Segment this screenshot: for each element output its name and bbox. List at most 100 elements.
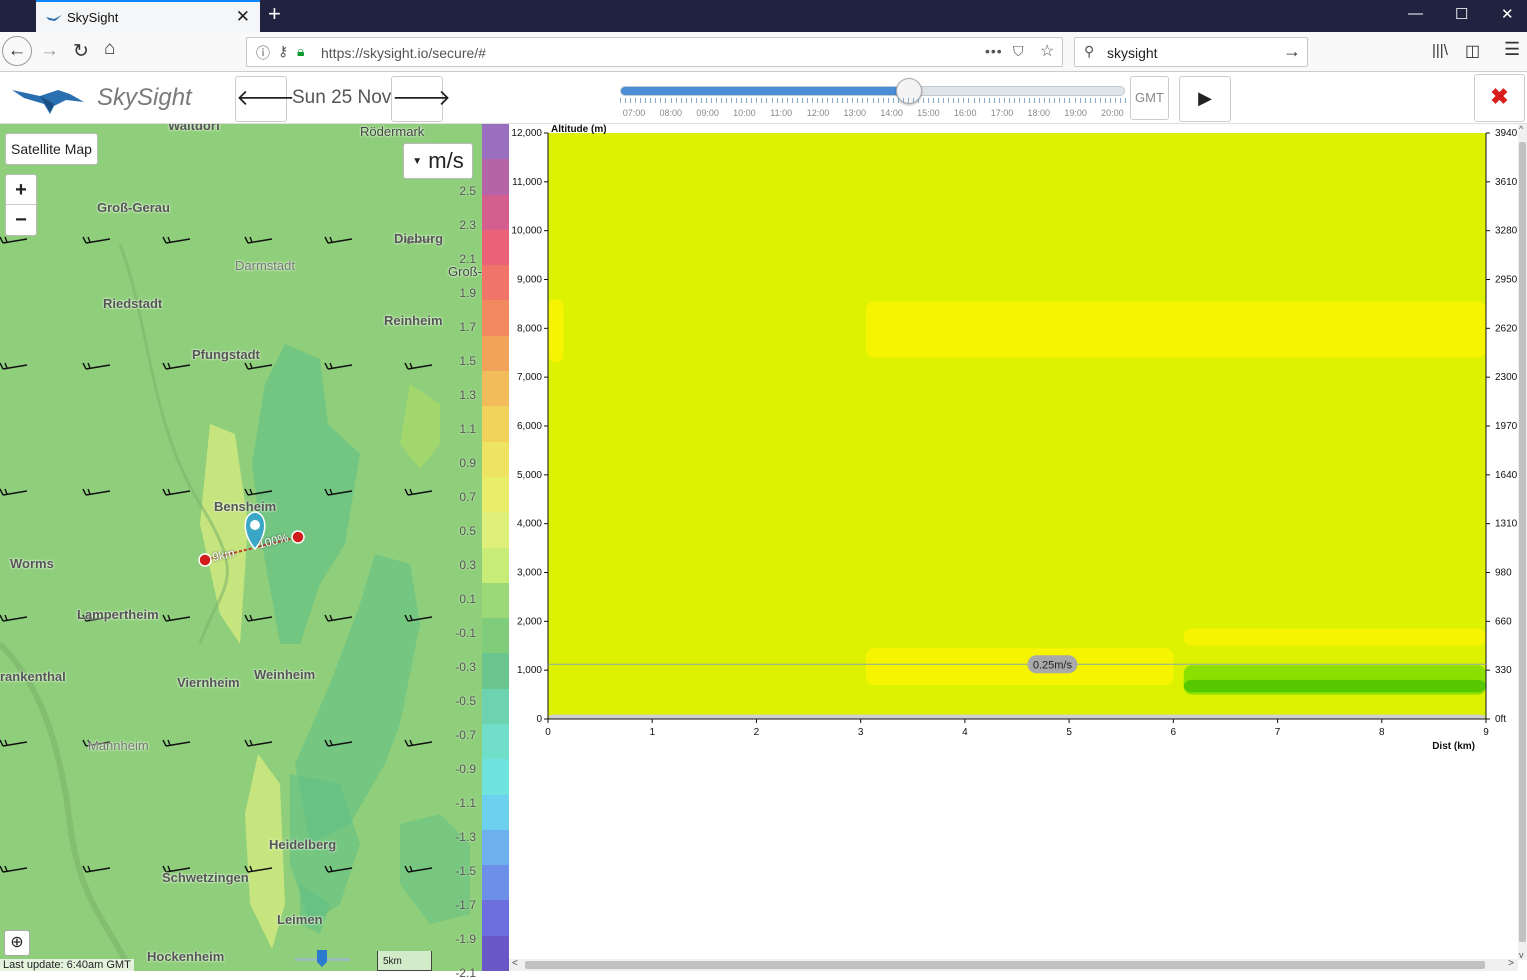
time-tick [746, 98, 748, 103]
lock-icon: 🔒︎ [297, 43, 305, 59]
legend-swatch [482, 194, 509, 231]
time-tick [948, 98, 950, 103]
info-icon[interactable]: ⓘ [256, 43, 270, 63]
close-panel-button[interactable]: ✖ [1474, 74, 1525, 122]
time-tick [640, 98, 642, 103]
minimize-icon[interactable]: — [1408, 5, 1423, 22]
time-tick [917, 98, 919, 103]
menu-icon[interactable]: ☰ [1504, 39, 1520, 60]
y-tick-label-left: 11,000 [512, 177, 542, 188]
library-icon[interactable]: |||\ [1432, 42, 1448, 59]
home-icon[interactable]: ⌂ [104, 38, 115, 60]
time-tick [620, 98, 621, 103]
horizontal-scroll-thumb[interactable] [525, 961, 1485, 969]
pocket-icon[interactable]: ⛉ [1013, 43, 1024, 60]
y-tick-label-left: 1,000 [517, 665, 542, 676]
back-icon[interactable]: ← [2, 36, 32, 66]
legend-swatch [482, 935, 509, 972]
locate-me-button[interactable]: ⊕ [4, 930, 30, 956]
time-tick [1029, 98, 1031, 103]
satellite-map-button[interactable]: Satellite Map [5, 133, 98, 165]
forward-icon[interactable]: → [40, 40, 59, 62]
wind-barb-icon [162, 488, 191, 496]
window-close-icon[interactable]: ✕ [1501, 5, 1514, 23]
time-label: 17:00 [990, 108, 1014, 118]
page-actions-icon[interactable]: ••• [985, 43, 1003, 59]
search-bar[interactable]: ⚲ skysight → [1074, 37, 1308, 67]
play-button[interactable]: ▶ [1179, 76, 1231, 122]
zoom-out-button[interactable]: − [6, 205, 36, 235]
url-text[interactable]: https://skysight.io/secure/# [321, 45, 486, 61]
wind-barb-icon [82, 488, 111, 496]
time-tick [1044, 98, 1046, 103]
legend-value: -0.9 [455, 762, 476, 776]
town-label: Dieburg [394, 231, 444, 246]
legend-swatch [482, 900, 509, 937]
time-label: 15:00 [917, 108, 940, 118]
time-slider[interactable] [620, 78, 1125, 104]
time-tick [635, 98, 637, 103]
new-tab-button[interactable]: + [268, 1, 281, 27]
time-tick [625, 98, 627, 103]
vertical-scrollbar[interactable]: ^ v [1518, 124, 1527, 960]
search-value[interactable]: skysight [1107, 45, 1158, 61]
legend-value: -1.5 [455, 864, 476, 878]
time-tick [766, 98, 768, 103]
time-tick [1013, 98, 1015, 103]
scroll-left-icon[interactable]: < [512, 958, 518, 969]
time-tick [1008, 98, 1010, 103]
url-bar[interactable]: ⓘ ⚷ 🔒︎ https://skysight.io/secure/# ••• … [246, 37, 1063, 67]
chart-region [1183, 628, 1486, 646]
legend-swatch [482, 582, 509, 619]
unit-selector[interactable]: ▼ m/s [403, 143, 473, 179]
time-tick [700, 98, 702, 103]
cross-section-chart[interactable]: 0 1,000 2,000 3,000 4,000 5,000 6,000 7,000 8,00… [509, 124, 1518, 960]
legend-value: -1.7 [455, 898, 476, 912]
sidebar-icon[interactable]: ◫ [1465, 41, 1480, 61]
time-label: 16:00 [953, 108, 977, 118]
legend-value: -1.3 [455, 830, 476, 844]
y-tick-label-left: 5,000 [517, 470, 542, 481]
x-tick-label: 5 [1066, 727, 1072, 738]
time-tick [771, 98, 773, 103]
time-tick [791, 98, 793, 103]
map-view[interactable]: 9km 100% Rödermark Groß-Gerau Dieburg Da… [0, 124, 482, 971]
legend-value: -2.1 [455, 966, 476, 980]
zoom-in-button[interactable]: + [6, 175, 36, 205]
wind-barb-icon [404, 488, 433, 496]
wind-barb-icon [404, 362, 433, 370]
time-tick [1119, 98, 1121, 103]
scroll-down-icon[interactable]: v [1519, 950, 1524, 960]
legend-swatch [482, 653, 509, 690]
x-tick-label: 6 [1171, 727, 1177, 738]
maximize-icon[interactable]: ☐ [1455, 5, 1468, 23]
vertical-scroll-thumb[interactable] [1519, 142, 1526, 942]
time-tick [983, 98, 985, 103]
y-tick-label-right: 980 [1495, 568, 1512, 579]
tab-close-icon[interactable]: ✕ [236, 7, 250, 27]
scroll-up-icon[interactable]: ^ [1519, 124, 1523, 134]
time-tick [781, 98, 783, 103]
time-tick [801, 98, 803, 103]
scroll-right-icon[interactable]: > [1508, 958, 1514, 969]
legend-swatch [482, 229, 509, 266]
y-tick-label-right: 1310 [1495, 519, 1518, 530]
legend-value: -0.3 [455, 660, 476, 674]
time-tick [710, 98, 712, 103]
x-tick-label: 9 [1483, 727, 1489, 738]
timezone-button[interactable]: GMT [1130, 76, 1169, 120]
wind-barb-icon [244, 236, 273, 244]
reload-icon[interactable]: ↻ [73, 40, 89, 63]
x-tick-label: 3 [858, 727, 864, 738]
browser-tab[interactable]: SkySight ✕ [36, 0, 260, 32]
bookmark-star-icon[interactable]: ☆ [1040, 41, 1054, 61]
horizontal-scrollbar[interactable]: < > [509, 958, 1518, 971]
time-tick [1094, 98, 1096, 103]
y-tick-label-left: 6,000 [517, 421, 542, 432]
legend-swatch [482, 335, 509, 372]
search-go-icon[interactable]: → [1283, 41, 1301, 62]
time-tick [1018, 98, 1020, 103]
chart-region [865, 301, 1486, 358]
next-day-button[interactable]: 🡒 [391, 76, 451, 122]
prev-day-button[interactable]: 🡐 [235, 76, 295, 122]
